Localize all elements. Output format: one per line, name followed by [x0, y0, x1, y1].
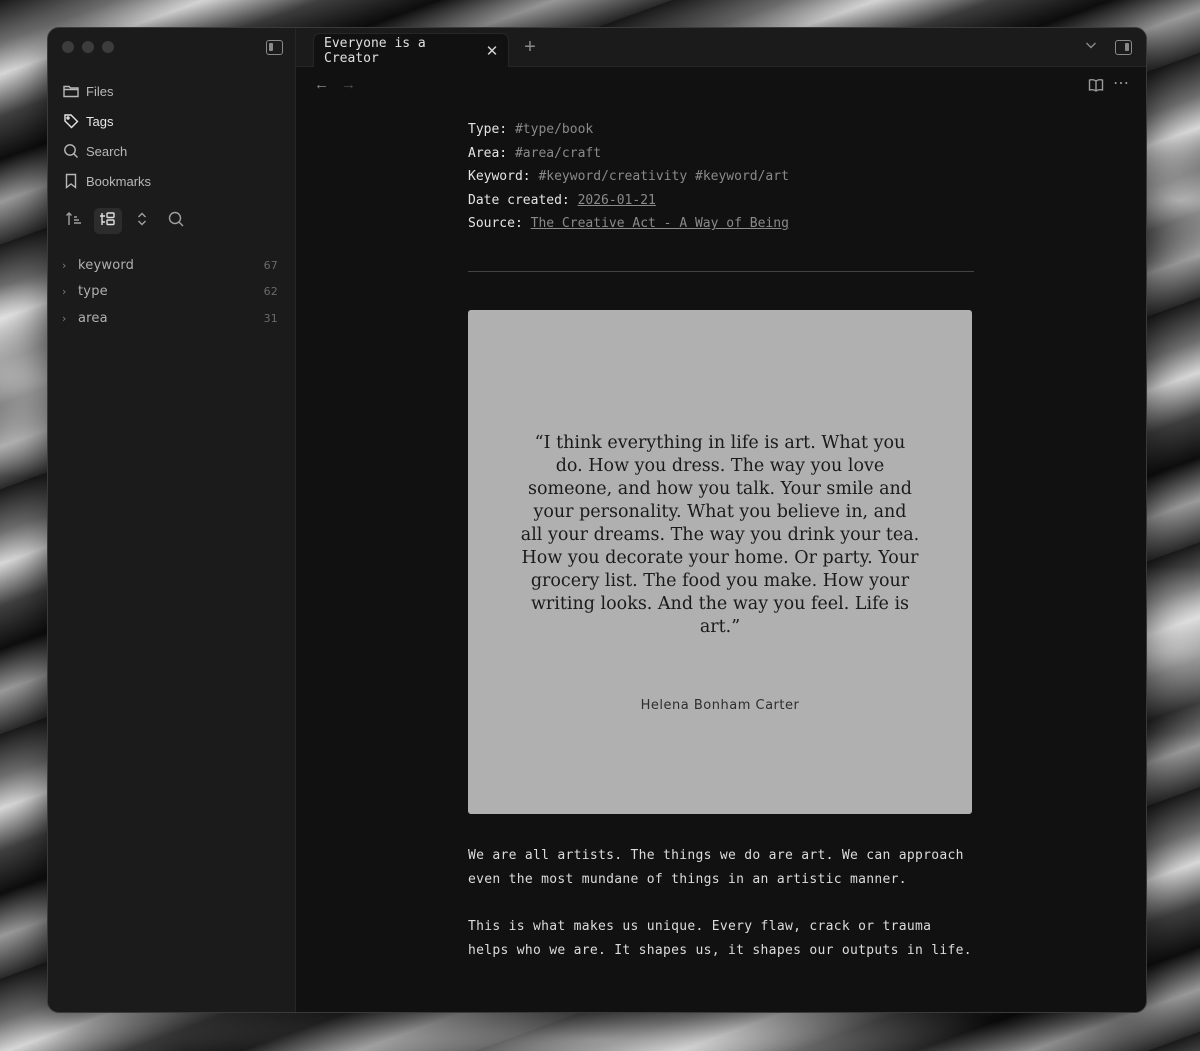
new-tab-button[interactable]: +: [520, 36, 540, 59]
tree-view-button[interactable]: [94, 208, 122, 234]
tag-icon: [63, 113, 79, 129]
property-key: Date created:: [468, 192, 570, 208]
nav-files-label: Files: [86, 83, 114, 99]
app-window: Files Tags Search Bookmarks › keyword 67…: [47, 27, 1147, 1013]
filter-search-button[interactable]: [162, 208, 190, 234]
zoom-window-button[interactable]: [102, 41, 114, 53]
paragraph: This is what makes us unique. Every flaw…: [468, 919, 972, 958]
tree-view-icon: [99, 211, 117, 232]
area-tag-link[interactable]: #area/craft: [515, 146, 601, 161]
bookmark-icon: [63, 173, 79, 189]
date-link[interactable]: 2026-01-21: [578, 193, 656, 208]
keyword-tag-links[interactable]: #keyword/creativity #keyword/art: [538, 169, 788, 184]
quote-image: “I think everything in life is art. What…: [468, 309, 972, 814]
chevron-right-icon[interactable]: ›: [62, 259, 78, 272]
sidebar-nav: Files Tags Search Bookmarks: [56, 76, 288, 196]
tag-count: 62: [263, 285, 278, 299]
nav-files[interactable]: Files: [56, 76, 288, 106]
tag-name: area: [78, 310, 108, 326]
property-key: Type:: [468, 122, 508, 137]
sidebar-toggle-icon[interactable]: [266, 40, 283, 55]
search-icon: [167, 210, 185, 233]
back-arrow-icon[interactable]: ←: [314, 76, 329, 93]
property-keyword: Keyword: #keyword/creativity #keyword/ar…: [468, 165, 976, 189]
minimize-window-button[interactable]: [82, 41, 94, 53]
type-tag-link[interactable]: #type/book: [515, 122, 593, 137]
editor-pane: Everyone is a Creator ✕ + ← → ⋯ Type: #t…: [296, 28, 1146, 1012]
tag-count: 31: [263, 311, 278, 325]
tab-everyone-is-a-creator[interactable]: Everyone is a Creator ✕: [313, 33, 509, 67]
folder-icon: [63, 83, 79, 99]
tag-list: › keyword 67 › type 62 › area 31: [60, 252, 282, 332]
tag-item-area[interactable]: › area 31: [60, 305, 282, 332]
sort-button[interactable]: [60, 208, 88, 234]
nav-bookmarks-label: Bookmarks: [86, 173, 152, 189]
tab-bar: Everyone is a Creator ✕ +: [296, 28, 1146, 67]
nav-tags-label: Tags: [86, 113, 114, 129]
tab-title: Everyone is a Creator: [324, 35, 426, 66]
tag-item-type[interactable]: › type 62: [60, 279, 282, 306]
window-controls: [62, 41, 114, 53]
property-type: Type: #type/book: [468, 118, 976, 142]
chevron-down-icon[interactable]: [1084, 38, 1098, 57]
close-icon[interactable]: ✕: [480, 39, 504, 63]
tag-count: 67: [263, 258, 278, 272]
source-link[interactable]: The Creative Act - A Way of Being: [531, 216, 789, 231]
property-key: Area:: [468, 145, 508, 161]
nav-search[interactable]: Search: [56, 136, 288, 166]
sort-icon: [65, 211, 83, 232]
right-sidebar-toggle-icon[interactable]: [1115, 40, 1132, 55]
note-properties: Type: #type/book Area: #area/craft Keywo…: [468, 118, 976, 236]
property-area: Area: #area/craft: [468, 142, 976, 166]
note-content: Type: #type/book Area: #area/craft Keywo…: [468, 118, 976, 962]
view-header: ← → ⋯: [296, 68, 1146, 104]
nav-search-label: Search: [86, 143, 128, 159]
forward-arrow-icon[interactable]: →: [341, 76, 356, 93]
property-source: Source: The Creative Act - A Way of Bein…: [468, 212, 976, 236]
chevron-right-icon[interactable]: ›: [62, 285, 78, 298]
paragraph: We are all artists. The things we do are…: [468, 847, 964, 887]
chevron-right-icon[interactable]: ›: [62, 312, 78, 325]
property-key: Source:: [468, 216, 523, 232]
reading-view-icon[interactable]: [1088, 78, 1104, 97]
search-icon: [63, 143, 79, 159]
chevron-up-down-icon: [135, 211, 149, 232]
horizontal-divider: [468, 270, 974, 272]
quote-author: Helena Bonham Carter: [640, 697, 800, 713]
tag-item-keyword[interactable]: › keyword 67: [60, 252, 282, 279]
nav-bookmarks[interactable]: Bookmarks: [56, 166, 288, 196]
tag-name: keyword: [78, 257, 135, 273]
quote-text: “I think everything in life is art. What…: [520, 432, 920, 637]
property-key: Keyword:: [468, 169, 531, 185]
tag-name: type: [78, 284, 108, 300]
more-options-icon[interactable]: ⋯: [1113, 73, 1130, 93]
property-date-created: Date created: 2026-01-21: [468, 189, 976, 213]
close-window-button[interactable]: [62, 41, 74, 53]
collapse-expand-button[interactable]: [128, 208, 156, 234]
tags-toolbar: [60, 208, 190, 234]
left-sidebar: Files Tags Search Bookmarks › keyword 67…: [48, 28, 296, 1012]
nav-tags[interactable]: Tags: [56, 106, 288, 136]
